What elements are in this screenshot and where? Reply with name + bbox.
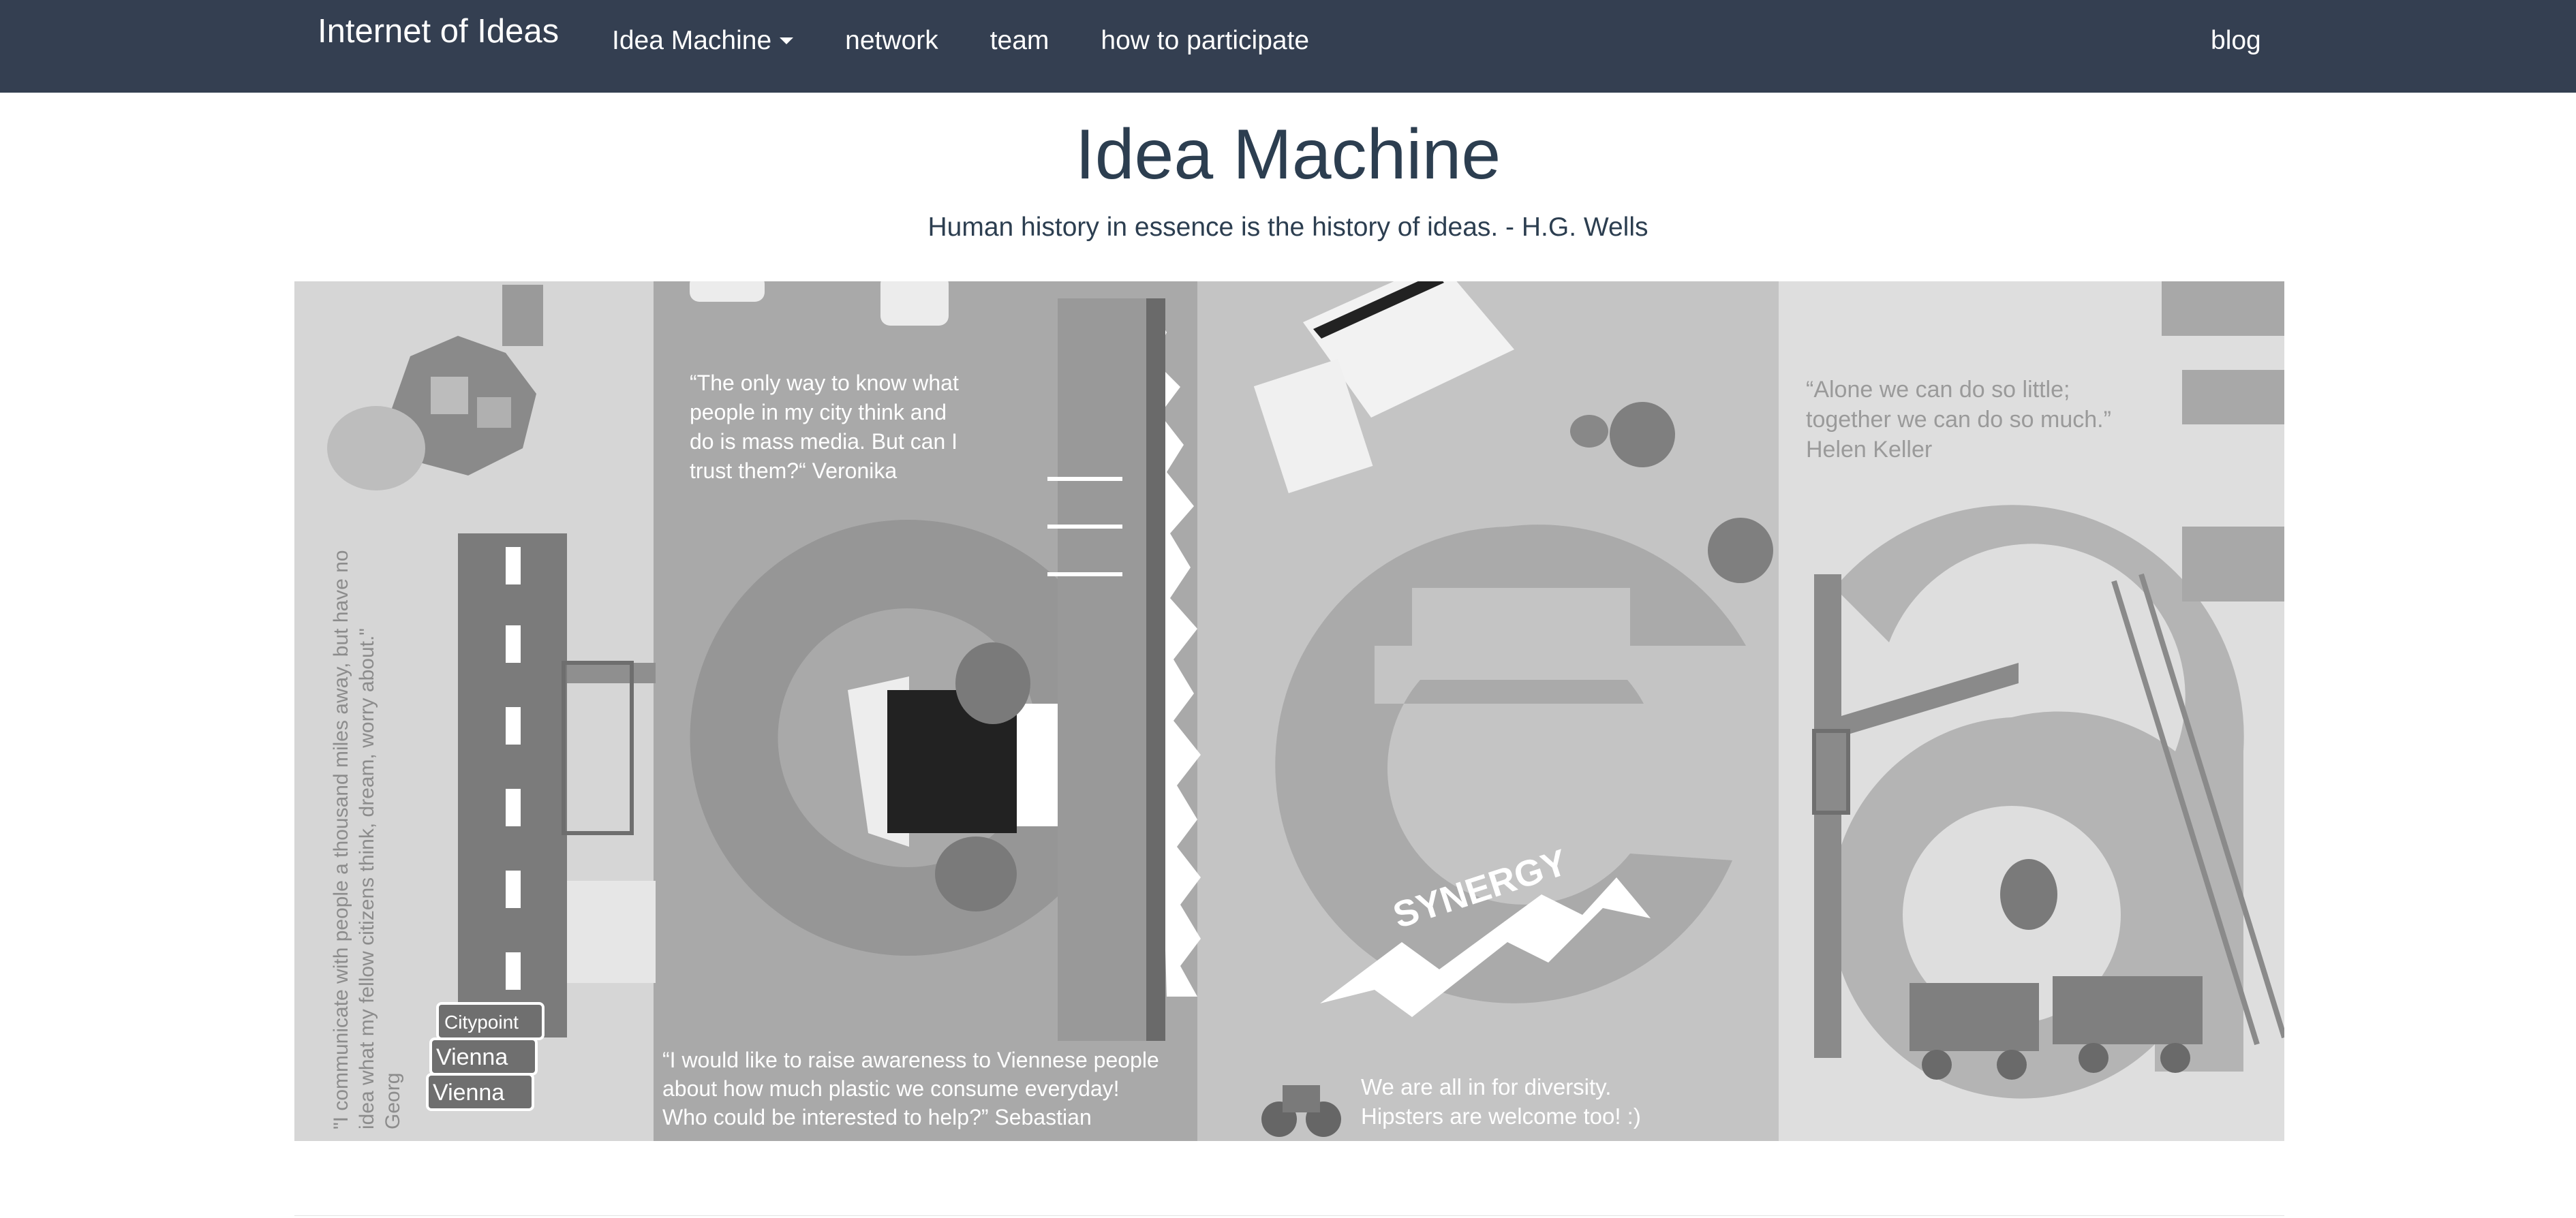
diversity-line-1: We are all in for diversity. [1361,1074,1611,1099]
caret-down-icon [780,37,794,44]
quote-keller-line-2: together we can do so much.” [1806,407,2111,433]
sign-vienna-label-1: Vienna [436,1044,508,1070]
navbar: Internet of Ideas Idea Machine network t… [0,0,2576,93]
bus-bubble-icon [1610,402,1675,467]
bottom-divider [294,1215,2284,1216]
nav-item-blog[interactable]: blog [2211,19,2261,63]
page-subtitle: Human history in essence is the history … [927,213,1649,242]
diversity-line-2: Hipsters are welcome too! :) [1361,1104,1641,1129]
nav-item-network[interactable]: network [819,19,964,63]
quote-keller-line-3: Helen Keller [1806,437,1932,463]
quote-georg-line-1: "I communicate with people a thousand mi… [330,550,352,1129]
nav-item-idea-machine[interactable]: Idea Machine [586,19,819,63]
nav-item-how-to-participate[interactable]: how to participate [1075,19,1335,63]
hero-illustration: Citypoint Vienna Vienna "I communicate w… [294,281,2284,1141]
quote-georg-line-3: Georg [382,1073,404,1129]
quote-sebastian-line-1: “I would like to raise awareness to Vien… [662,1048,1159,1072]
sign-vienna-label-2: Vienna [433,1080,504,1106]
quote-georg-line-2: idea what my fellow citizens think, drea… [356,628,378,1129]
sign-citypoint-label: Citypoint [444,1012,519,1033]
page-title: Idea Machine [1075,115,1501,194]
quote-veronika-line-1: “The only way to know what [690,371,959,395]
quote-sebastian-line-3: Who could be interested to help?” Sebast… [662,1105,1092,1129]
nav-item-idea-machine-label: Idea Machine [612,26,772,55]
quote-veronika-line-2: people in my city think and [690,400,947,424]
speech-bubble [327,406,425,490]
light-bulb-icon [2000,859,2057,930]
brand-link[interactable]: Internet of Ideas [318,10,559,53]
quote-sebastian-line-2: about how much plastic we consume everyd… [662,1076,1120,1101]
nav-item-team[interactable]: team [964,19,1075,63]
quote-veronika-line-3: do is mass media. But can I [690,429,957,454]
quote-keller-line-1: “Alone we can do so little; [1806,377,2070,403]
nav-links: Idea Machine network team how to partici… [586,19,1335,63]
quote-veronika-line-4: trust them?“ Veronika [690,458,897,483]
chat-bubble-icon [1708,518,1773,583]
crane-tower [1814,574,1841,1058]
